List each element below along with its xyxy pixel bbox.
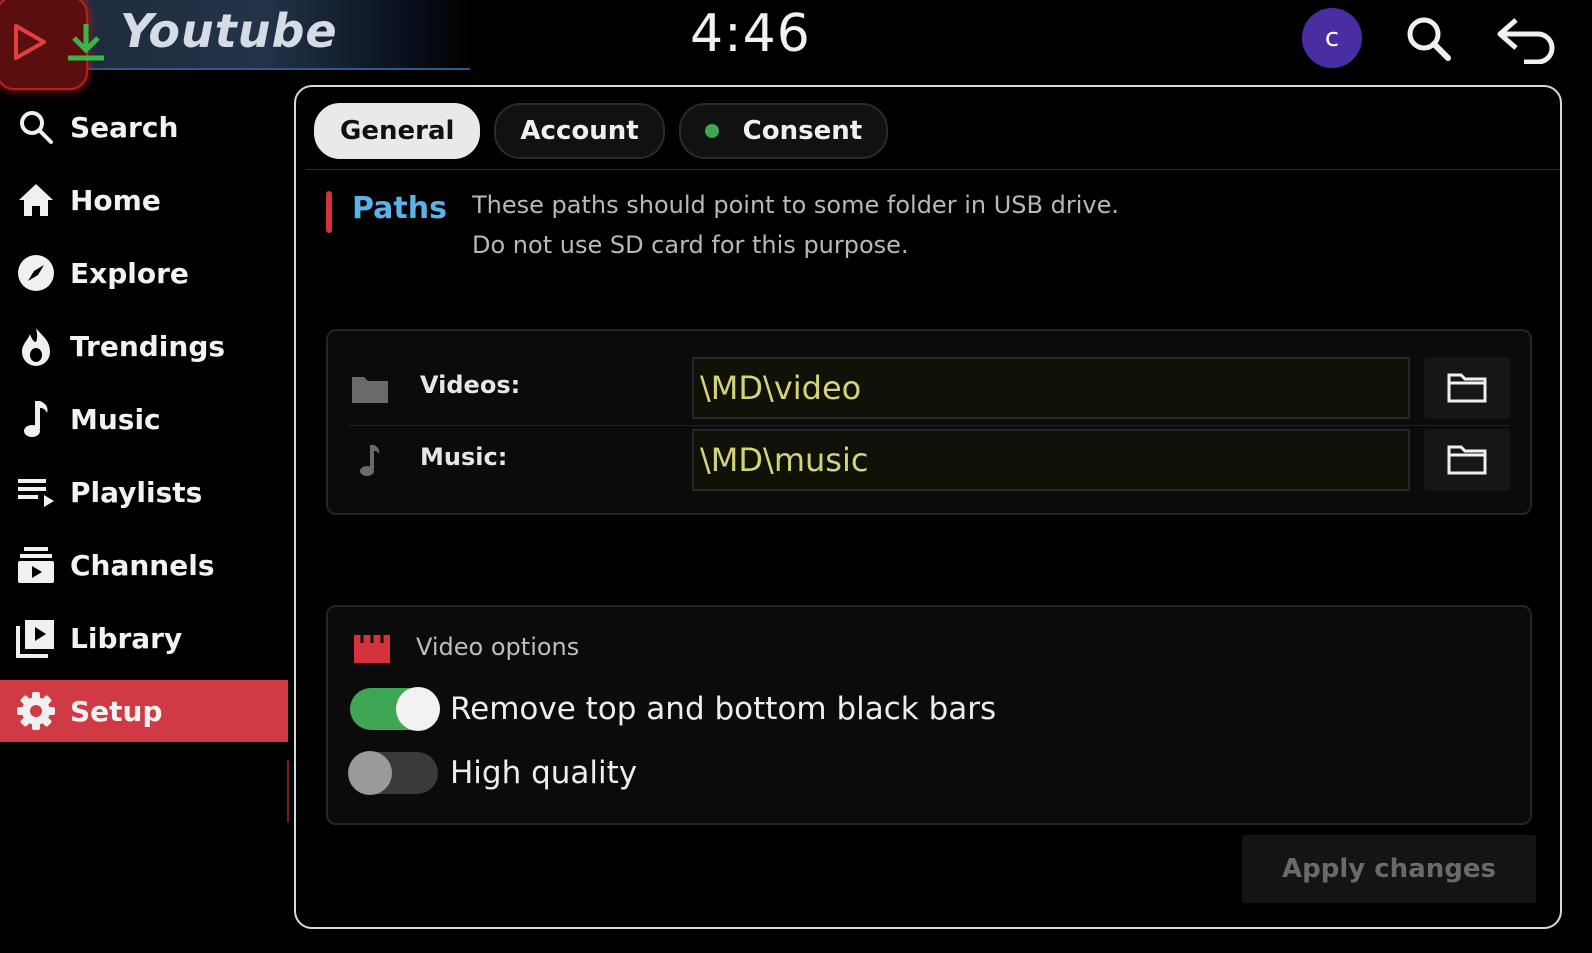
folder-icon [352, 377, 388, 403]
videos-label: Videos: [420, 371, 521, 399]
clapperboard-icon [354, 635, 390, 663]
divider [348, 425, 1510, 426]
tab-account[interactable]: Account [494, 103, 665, 159]
tab-label: Consent [742, 116, 863, 146]
sidebar-item-search[interactable]: Search [0, 96, 288, 158]
description-line: These paths should point to some folder … [472, 191, 1119, 219]
sidebar-item-label: Trendings [70, 329, 226, 363]
music-label: Music: [420, 443, 508, 471]
path-row-music: Music: [328, 427, 1530, 497]
sidebar-item-label: Home [70, 183, 161, 217]
description-line: Do not use SD card for this purpose. [472, 231, 909, 259]
tab-consent[interactable]: Consent [678, 103, 889, 159]
sidebar-item-label: Library [70, 621, 183, 655]
path-row-videos: Videos: [328, 355, 1530, 425]
folder-icon [1447, 445, 1487, 475]
sidebar-item-trendings[interactable]: Trendings [0, 315, 288, 377]
tab-label: General [340, 116, 455, 146]
app-title: Youtube [120, 4, 338, 58]
library-icon [16, 618, 56, 658]
sidebar-item-library[interactable]: Library [0, 607, 288, 669]
sidebar-item-setup[interactable]: Setup [0, 680, 288, 742]
tab-label: Account [520, 116, 639, 146]
top-bar: Youtube 4:46 c [0, 0, 1592, 90]
section-description: These paths should point to some folder … [472, 185, 1119, 265]
toggle-label: High quality [450, 755, 638, 791]
divider [306, 169, 1560, 170]
video-options-card: Video options Remove top and bottom blac… [326, 605, 1532, 825]
videos-path-input[interactable] [692, 357, 1410, 419]
settings-panel: General Account Consent Paths These path… [294, 85, 1562, 929]
sidebar-item-label: Setup [70, 694, 163, 728]
sidebar-item-label: Playlists [70, 475, 203, 509]
remove-black-bars-toggle[interactable] [350, 687, 440, 731]
sidebar-item-playlists[interactable]: Playlists [0, 461, 288, 523]
sidebar-item-label: Channels [70, 548, 215, 582]
folder-icon [1447, 373, 1487, 403]
music-note-icon [360, 445, 380, 476]
toggle-row-high-quality: High quality [348, 749, 638, 797]
home-icon [16, 180, 56, 220]
gear-icon [16, 691, 56, 731]
download-icon[interactable] [64, 20, 108, 64]
sidebar-item-label: Search [70, 110, 179, 144]
toggle-knob [396, 687, 440, 731]
toggle-knob [348, 751, 392, 795]
subscriptions-icon [16, 545, 56, 585]
avatar[interactable]: c [1302, 8, 1362, 68]
sidebar-item-home[interactable]: Home [0, 169, 288, 231]
compass-icon [16, 253, 56, 293]
section-title: Paths [352, 191, 447, 226]
sidebar-item-music[interactable]: Music [0, 388, 288, 450]
clock: 4:46 [690, 4, 811, 64]
video-options-title: Video options [416, 633, 580, 661]
browse-music-button[interactable] [1424, 429, 1510, 491]
play-icon [14, 24, 46, 60]
settings-tabs: General Account Consent [314, 103, 889, 159]
high-quality-toggle[interactable] [348, 751, 438, 795]
apply-changes-button[interactable]: Apply changes [1242, 835, 1536, 903]
toggle-row-black-bars: Remove top and bottom black bars [350, 685, 996, 733]
sidebar-item-label: Explore [70, 256, 189, 290]
playlist-icon [16, 472, 56, 512]
search-icon[interactable] [1404, 14, 1454, 64]
sidebar-item-channels[interactable]: Channels [0, 534, 288, 596]
sidebar-item-explore[interactable]: Explore [0, 242, 288, 304]
flame-icon [16, 326, 56, 366]
music-note-icon [16, 399, 56, 439]
tab-general[interactable]: General [314, 103, 481, 159]
search-icon [16, 107, 56, 147]
paths-card: Videos: Music: [326, 329, 1532, 515]
music-path-input[interactable] [692, 429, 1410, 491]
back-icon[interactable] [1494, 12, 1560, 64]
sidebar-item-label: Music [70, 402, 161, 436]
sidebar: Search Home Explore Trendings Music Play… [0, 96, 288, 753]
toggle-label: Remove top and bottom black bars [450, 691, 997, 727]
divider [287, 760, 289, 822]
browse-videos-button[interactable] [1424, 357, 1510, 419]
status-dot [704, 124, 719, 138]
section-marker [326, 191, 332, 233]
